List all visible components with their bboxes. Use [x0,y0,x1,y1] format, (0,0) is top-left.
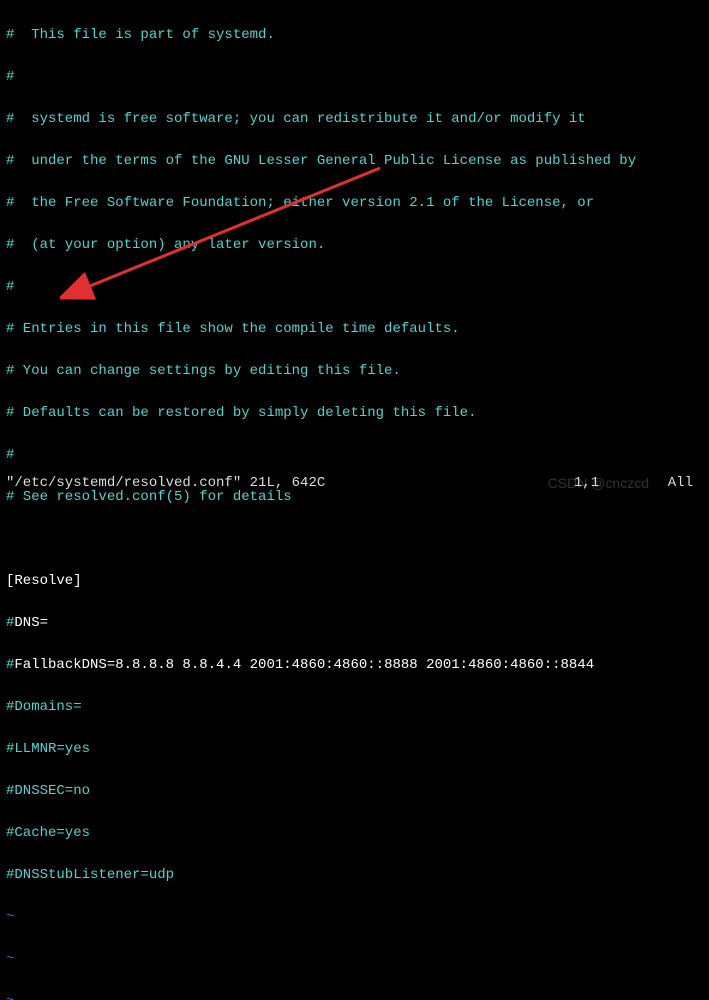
comment-line: # [6,445,703,466]
editor-content[interactable]: # This file is part of systemd. # # syst… [0,0,709,1000]
status-mode: All [668,473,703,494]
directive-domains: #Domains= [6,697,703,718]
empty-tilde: ~ [6,907,703,928]
directive-fallbackdns: #FallbackDNS=8.8.8.8 8.8.4.4 2001:4860:4… [6,655,703,676]
comment-line: # the Free Software Foundation; either v… [6,193,703,214]
directive-dnssec: #DNSSEC=no [6,781,703,802]
directive-llmnr: #LLMNR=yes [6,739,703,760]
empty-tilde: ~ [6,949,703,970]
comment-line: # [6,67,703,88]
watermark: CSDN @cnczcd [548,473,649,494]
comment-line: # systemd is free software; you can redi… [6,109,703,130]
comment-line: # [6,277,703,298]
comment-line: # You can change settings by editing thi… [6,361,703,382]
directive-dns: #DNS= [6,613,703,634]
blank-line [6,529,703,550]
status-file: "/etc/systemd/resolved.conf" 21L, 642C [6,473,325,494]
directive-cache: #Cache=yes [6,823,703,844]
section-header: [Resolve] [6,571,703,592]
comment-line: # under the terms of the GNU Lesser Gene… [6,151,703,172]
comment-line: # (at your option) any later version. [6,235,703,256]
directive-stub: #DNSStubListener=udp [6,865,703,886]
comment-line: # Defaults can be restored by simply del… [6,403,703,424]
empty-tilde: ~ [6,991,703,1000]
comment-line: # Entries in this file show the compile … [6,319,703,340]
comment-line: # This file is part of systemd. [6,25,703,46]
